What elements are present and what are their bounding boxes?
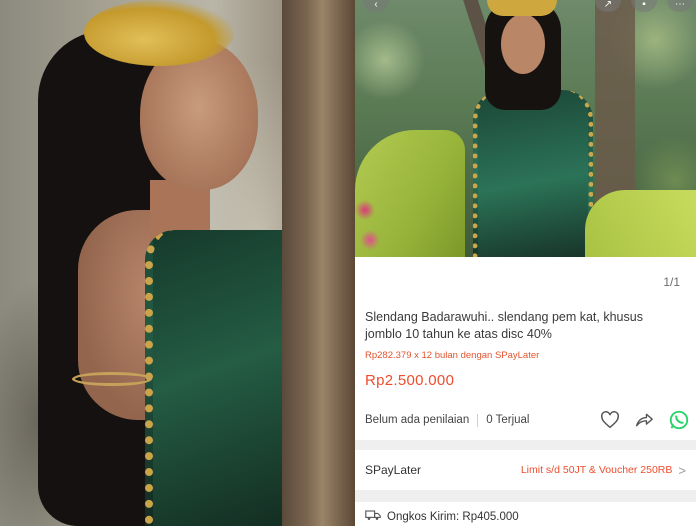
product-image-crown <box>487 0 557 16</box>
product-image-scarf-right <box>585 190 696 257</box>
product-title: Slendang Badarawuhi.. slendang pem kat, … <box>365 310 643 341</box>
product-image-dress <box>473 90 593 257</box>
product-info-panel: 1/1 Slendang Badarawuhi.. slendang pem k… <box>355 257 696 526</box>
product-price: Rp2.500.000 <box>365 372 455 389</box>
whatsapp-icon[interactable] <box>668 409 690 431</box>
heart-icon[interactable] <box>600 411 620 429</box>
stats-divider <box>477 413 479 427</box>
truck-icon <box>365 508 381 526</box>
product-image-flowers <box>355 200 385 257</box>
section-gap-2 <box>355 490 696 502</box>
stats-row: Belum ada penilaian 0 Terjual <box>365 409 690 431</box>
paylater-label: SPayLater <box>365 463 422 477</box>
photo-armband <box>72 372 152 386</box>
sold-count: 0 Terjual <box>486 414 530 426</box>
paylater-offer: Limit s/d 50JT & Voucher 250RB <box>520 464 673 476</box>
shipping-label: Ongkos Kirim: Rp405.000 <box>387 511 519 523</box>
chevron-right-icon: > <box>678 462 686 478</box>
paylater-installment[interactable]: Rp282.379 x 12 bulan dengan SPayLater <box>365 350 539 361</box>
product-image[interactable]: ‹ ↗ ▪ ⋯ <box>355 0 696 257</box>
rating-text: Belum ada penilaian <box>365 414 470 426</box>
left-portrait-photo <box>0 0 355 526</box>
image-counter: 1/1 <box>663 275 680 289</box>
section-gap <box>355 440 696 450</box>
share-icon[interactable] <box>634 411 654 429</box>
photo-crown <box>84 0 234 66</box>
paylater-row[interactable]: SPayLater Limit s/d 50JT & Voucher 250RB… <box>355 450 696 490</box>
product-image-face <box>501 14 545 74</box>
shipping-row[interactable]: Ongkos Kirim: Rp405.000 <box>355 502 696 526</box>
photo-tree-trunk <box>282 0 355 526</box>
action-icons <box>600 409 690 431</box>
marketplace-screenshot: ‹ ↗ ▪ ⋯ 1/1 Slendang Badarawuhi.. slenda… <box>355 0 696 526</box>
